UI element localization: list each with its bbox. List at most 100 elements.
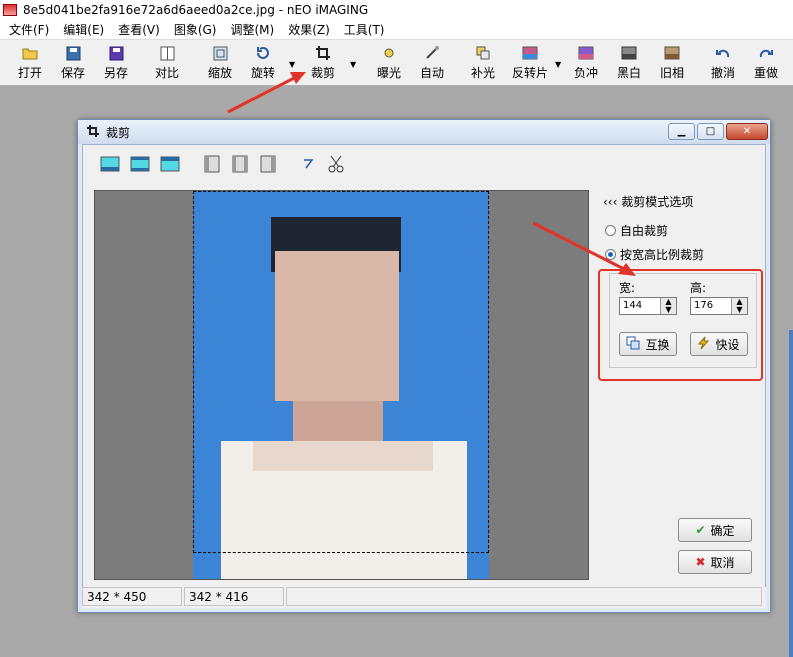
options-title: 裁剪模式选项	[621, 195, 694, 209]
cancel-button[interactable]: ✖ 取消	[678, 550, 752, 574]
menu-bar: 文件(F) 编辑(E) 查看(V) 图象(G) 调整(M) 效果(Z) 工具(T…	[0, 20, 793, 40]
ratio-crop-label: 按宽高比例裁剪	[620, 248, 705, 262]
ratio-crop-radio[interactable]: 按宽高比例裁剪	[605, 246, 704, 263]
fill-light-icon	[474, 44, 492, 62]
zoom-button[interactable]: 缩放	[198, 44, 242, 84]
window-title: 8e5d041be2fa916e72a6d6aeed0a2ce.jpg - nE…	[23, 3, 369, 17]
negative-button[interactable]: 反转片	[508, 44, 552, 84]
crop-label: 裁剪	[310, 66, 335, 80]
spinner-arrows-icon[interactable]: ▲ ▼	[660, 298, 676, 314]
radio-dot-selected	[605, 249, 616, 260]
redo-icon	[757, 44, 775, 62]
swap-label: 互换	[645, 337, 670, 352]
status-bar: 342 * 450 342 * 416	[82, 587, 766, 608]
align-center-icon[interactable]	[229, 155, 251, 173]
exposure-label: 曝光	[376, 66, 401, 80]
lightning-icon	[698, 336, 710, 353]
zoom-label: 缩放	[207, 66, 232, 80]
compare-label: 对比	[154, 66, 179, 80]
chevron-left-icon[interactable]: ‹‹‹	[603, 195, 621, 209]
width-value: 144	[623, 300, 643, 311]
close-button[interactable]: ✕	[726, 123, 768, 140]
background-window-edge	[789, 330, 793, 657]
fast-dev-icon	[577, 44, 595, 62]
fill-light-button[interactable]: 补光	[461, 44, 505, 84]
crop-selection[interactable]	[193, 191, 489, 553]
floppy-icon	[64, 44, 82, 62]
cross-icon: ✖	[695, 555, 706, 569]
maximize-button[interactable]: □	[697, 123, 724, 140]
crop-dropdown-icon[interactable]: ▼	[350, 60, 356, 69]
rotate-crop-icon[interactable]	[297, 155, 319, 173]
sepia-icon	[663, 44, 681, 62]
auto-button[interactable]: 自动	[410, 44, 454, 84]
redo-label: 重做	[753, 66, 778, 80]
toolbar: 打开 保存 另存 对比 缩放 旋转 ▼ 裁剪 ▼ 曝光 自动 补光 反转片 ▼	[0, 40, 793, 86]
bw-icon	[620, 44, 638, 62]
status-original-size: 342 * 450	[82, 587, 182, 606]
align-bottom-icon[interactable]	[99, 155, 121, 173]
dialog-body: ‹‹‹ 裁剪模式选项 自由裁剪 按宽高比例裁剪 宽: 高: 144 ▲ ▼ 176…	[82, 144, 766, 608]
save-as-button[interactable]: 另存	[94, 44, 138, 84]
checkmark-icon: ✔	[695, 523, 706, 537]
height-label: 高:	[690, 281, 707, 295]
align-right-icon[interactable]	[257, 155, 279, 173]
height-spinner[interactable]: 176 ▲ ▼	[690, 297, 748, 315]
swap-button[interactable]: 互换	[619, 332, 677, 356]
align-top-icon[interactable]	[159, 155, 181, 173]
minimize-button[interactable]: ▁	[668, 123, 695, 140]
magic-wand-icon	[423, 44, 441, 62]
swap-icon	[626, 336, 640, 353]
width-label: 宽:	[619, 281, 636, 295]
menu-edit[interactable]: 编辑(E)	[56, 21, 111, 38]
bw-button[interactable]: 黑白	[607, 44, 651, 84]
crop-dialog: 裁剪 ▁ □ ✕ ‹‹‹ 裁剪模式选项 自由裁剪 按宽高比例裁剪 宽: 高: 1…	[77, 119, 771, 613]
auto-label: 自动	[419, 66, 444, 80]
rotate-button[interactable]: 旋转	[241, 44, 285, 84]
status-crop-size: 342 * 416	[184, 587, 284, 606]
open-button[interactable]: 打开	[8, 44, 52, 84]
spinner-arrows-icon[interactable]: ▲ ▼	[731, 298, 747, 314]
undo-button[interactable]: 撤消	[701, 44, 745, 84]
redo-button[interactable]: 重做	[744, 44, 788, 84]
status-extra	[286, 587, 762, 606]
menu-tools[interactable]: 工具(T)	[337, 21, 392, 38]
save-button[interactable]: 保存	[51, 44, 95, 84]
options-header: ‹‹‹ 裁剪模式选项	[603, 193, 693, 210]
free-crop-radio[interactable]: 自由裁剪	[605, 222, 668, 239]
save-as-label: 另存	[103, 66, 128, 80]
bw-label: 黑白	[616, 66, 641, 80]
radio-dot	[605, 225, 616, 236]
menu-adjust[interactable]: 调整(M)	[223, 21, 281, 38]
menu-file[interactable]: 文件(F)	[2, 21, 56, 38]
cancel-label: 取消	[710, 555, 735, 570]
width-spinner[interactable]: 144 ▲ ▼	[619, 297, 677, 315]
resize-icon	[211, 44, 229, 62]
exposure-button[interactable]: 曝光	[367, 44, 411, 84]
ok-button[interactable]: ✔ 确定	[678, 518, 752, 542]
undo-icon	[714, 44, 732, 62]
menu-effects[interactable]: 效果(Z)	[281, 21, 337, 38]
preset-button[interactable]: 快设	[690, 332, 748, 356]
fast-dev-button[interactable]: 负冲	[564, 44, 608, 84]
crop-button[interactable]: 裁剪	[301, 44, 345, 84]
preset-label: 快设	[715, 337, 740, 352]
undo-label: 撤消	[710, 66, 735, 80]
menu-view[interactable]: 查看(V)	[111, 21, 167, 38]
align-middle-icon[interactable]	[129, 155, 151, 173]
scissors-icon[interactable]	[325, 155, 347, 173]
negative-icon	[521, 44, 539, 62]
sepia-button[interactable]: 旧相	[650, 44, 694, 84]
align-left-icon[interactable]	[201, 155, 223, 173]
menu-image[interactable]: 图象(G)	[167, 21, 224, 38]
sepia-label: 旧相	[659, 66, 684, 80]
image-preview[interactable]	[94, 190, 589, 580]
compare-button[interactable]: 对比	[145, 44, 189, 84]
rotate-dropdown-icon[interactable]: ▼	[289, 60, 295, 69]
fill-light-label: 补光	[470, 66, 495, 80]
rotate-icon	[254, 44, 272, 62]
negative-dropdown-icon[interactable]: ▼	[555, 60, 561, 69]
window-titlebar: 8e5d041be2fa916e72a6d6aeed0a2ce.jpg - nE…	[0, 0, 793, 20]
negative-label: 反转片	[511, 66, 548, 80]
compare-icon	[158, 44, 176, 62]
